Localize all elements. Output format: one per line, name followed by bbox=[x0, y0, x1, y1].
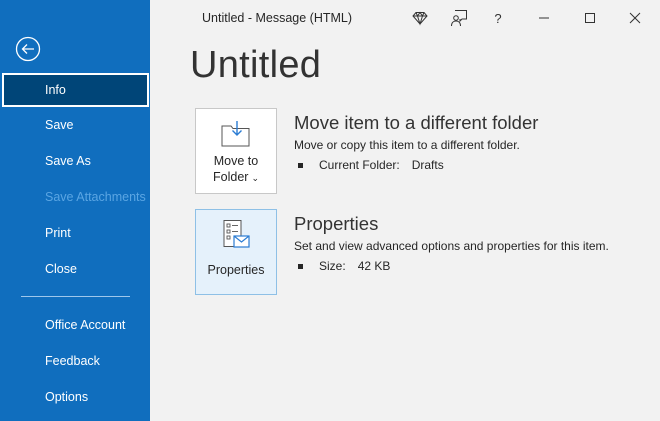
back-button[interactable] bbox=[15, 36, 41, 62]
nav-item-office-account[interactable]: Office Account bbox=[2, 308, 149, 342]
properties-button[interactable]: Properties bbox=[195, 209, 277, 295]
nav-item-label: Save As bbox=[45, 154, 91, 168]
size-key: Size: bbox=[319, 259, 346, 273]
help-button[interactable]: ? bbox=[485, 6, 511, 30]
minimize-icon bbox=[539, 17, 549, 19]
current-folder-key: Current Folder: bbox=[319, 158, 400, 172]
close-window-button[interactable] bbox=[622, 6, 648, 30]
close-icon bbox=[629, 12, 641, 24]
move-section-description: Move or copy this item to a different fo… bbox=[294, 138, 520, 152]
nav-item-close[interactable]: Close bbox=[2, 252, 149, 286]
current-folder-value: Drafts bbox=[411, 158, 444, 172]
feedback-button[interactable] bbox=[446, 6, 472, 30]
nav-item-save-as[interactable]: Save As bbox=[2, 144, 149, 178]
size-row: Size: 42 KB bbox=[298, 259, 390, 273]
move-to-folder-icon bbox=[221, 121, 250, 147]
nav-divider bbox=[21, 296, 130, 297]
nav-item-save[interactable]: Save bbox=[2, 108, 149, 142]
feedback-person-icon bbox=[451, 10, 467, 27]
nav-item-save-attachments: Save Attachments bbox=[2, 180, 149, 214]
help-icon: ? bbox=[494, 10, 502, 26]
nav-item-label: Save Attachments bbox=[45, 190, 146, 204]
nav-item-options[interactable]: Options bbox=[2, 380, 149, 414]
minimize-button[interactable] bbox=[531, 6, 557, 30]
maximize-button[interactable] bbox=[577, 6, 603, 30]
nav-item-label: Info bbox=[45, 83, 66, 97]
properties-label: Properties bbox=[207, 263, 265, 277]
diamond-icon bbox=[412, 11, 428, 26]
nav-item-label: Save bbox=[45, 118, 74, 132]
nav-item-print[interactable]: Print bbox=[2, 216, 149, 250]
nav-item-label: Office Account bbox=[45, 318, 126, 332]
nav-item-label: Feedback bbox=[45, 354, 100, 368]
nav-item-label: Options bbox=[45, 390, 89, 404]
bullet-icon bbox=[298, 162, 303, 168]
nav-item-info[interactable]: Info bbox=[2, 73, 149, 107]
properties-section-heading: Properties bbox=[294, 213, 379, 234]
bullet-icon bbox=[298, 263, 303, 269]
move-to-folder-button[interactable]: Move to Folder ⌄ bbox=[195, 108, 277, 194]
size-value: 42 KB bbox=[357, 259, 391, 273]
back-arrow-icon bbox=[15, 36, 41, 62]
move-section-heading: Move item to a different folder bbox=[294, 112, 539, 133]
nav-item-feedback[interactable]: Feedback bbox=[2, 344, 149, 378]
current-folder-row: Current Folder: Drafts bbox=[298, 158, 444, 172]
properties-section-description: Set and view advanced options and proper… bbox=[294, 239, 609, 253]
properties-icon bbox=[223, 220, 250, 248]
chevron-down-icon: ⌄ bbox=[251, 173, 259, 183]
nav-item-label: Print bbox=[45, 226, 71, 240]
backstage-nav: Info Save Save As Save Attachments Print… bbox=[0, 0, 150, 421]
move-to-folder-label: Move to Folder ⌄ bbox=[213, 154, 259, 184]
diamond-button[interactable] bbox=[407, 6, 433, 30]
page-title: Untitled bbox=[190, 44, 322, 86]
nav-item-label: Close bbox=[45, 262, 77, 276]
window-title: Untitled - Message (HTML) bbox=[202, 11, 353, 25]
maximize-icon bbox=[585, 13, 595, 23]
